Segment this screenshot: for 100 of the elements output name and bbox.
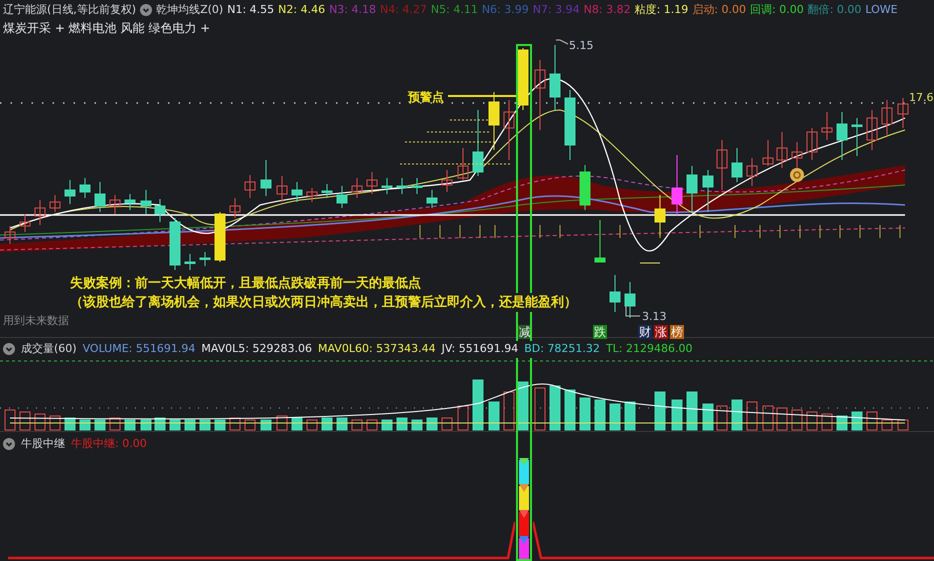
candlestick (426, 190, 438, 208)
candlestick (672, 154, 682, 216)
volume-bar (170, 419, 180, 430)
candlestick (322, 184, 332, 198)
volume-bar (140, 419, 152, 430)
volume-bar (4, 409, 16, 430)
volume-bar (412, 419, 422, 430)
candlestick (34, 200, 46, 226)
candlestick (550, 44, 560, 110)
indicator-value: N8: 3.82 (584, 2, 631, 18)
candlestick (442, 170, 452, 192)
candlestick (154, 198, 166, 222)
volume-bar (322, 417, 332, 430)
volume-bar (882, 419, 892, 430)
candlestick (732, 148, 742, 182)
candlestick (504, 100, 514, 160)
volume-bar (732, 399, 742, 430)
volume-bar (702, 403, 714, 430)
signal-marker: 榜 (670, 325, 684, 339)
volume-bar (534, 387, 546, 430)
candlestick (534, 60, 546, 130)
volume-bar (426, 417, 438, 430)
candlestick (594, 220, 606, 262)
volume-bar (564, 389, 576, 430)
volume-bar (396, 417, 408, 430)
volume-bar (244, 419, 256, 430)
candlestick (580, 164, 590, 210)
volume-bar (672, 399, 682, 430)
candlestick (776, 132, 788, 168)
volume-bar (34, 413, 46, 430)
volume-bar (110, 417, 120, 430)
signal-marker: 财 (638, 325, 652, 339)
volume-bar (124, 419, 136, 430)
candlestick (4, 226, 16, 244)
tick-mark (494, 224, 496, 238)
candlestick (200, 252, 210, 266)
signal-marker: 跌 (593, 325, 607, 339)
volume-bar (550, 385, 560, 430)
volume-bar (442, 417, 452, 430)
candlestick (686, 166, 698, 212)
volume-bar (352, 419, 362, 430)
volume-bar (518, 381, 528, 430)
candlestick (458, 148, 468, 180)
candlestick (80, 178, 90, 198)
volume-bar (806, 411, 818, 430)
candlestick (214, 212, 226, 262)
candlestick (124, 194, 136, 210)
volume-bar (594, 399, 606, 430)
candlestick (352, 178, 362, 198)
candlestick (866, 110, 878, 150)
candlestick (64, 180, 76, 204)
candlestick (822, 112, 832, 140)
indicator-value: N4: 4.27 (380, 2, 427, 18)
candlestick (292, 182, 302, 202)
candlestick (50, 194, 60, 212)
candlestick (898, 98, 908, 128)
candlestick (472, 110, 484, 176)
volume-bar (94, 419, 106, 430)
indicator-value: N6: 3.99 (482, 2, 529, 18)
sector-tags: 煤炭开采 + 燃料电池 风能 绿色电力 + (0, 18, 214, 36)
volume-bar (488, 401, 500, 430)
candlestick (654, 194, 666, 236)
volume-bar (898, 419, 908, 430)
indicator-value: N5: 4.11 (430, 2, 478, 18)
volume-bar (20, 411, 30, 430)
signal-marker: 涨 (654, 325, 668, 339)
candlestick (882, 100, 892, 136)
candlestick (716, 140, 728, 190)
candlestick (230, 198, 240, 218)
collapse-icon[interactable] (140, 4, 152, 16)
volume-value: JV: 551691.94 (442, 341, 518, 358)
volume-bar (214, 419, 226, 430)
candlestick (762, 140, 774, 166)
volume-bar (822, 413, 832, 430)
collapse-icon[interactable] (3, 438, 15, 450)
candlestick (702, 170, 714, 212)
volume-bar (366, 419, 378, 430)
candlestick (244, 174, 256, 198)
volume-bar (610, 403, 620, 430)
volume-bar (382, 419, 392, 430)
volume-bar (50, 415, 60, 430)
volume-bar (276, 415, 288, 430)
high-price-label: 5.15 (569, 38, 594, 54)
candlestick (184, 254, 196, 270)
candlestick (140, 190, 152, 214)
leader-line (640, 262, 660, 264)
low-price-label: 3.13 (642, 309, 666, 325)
volume-bar (504, 391, 514, 430)
volume-bar (472, 379, 484, 430)
volume-value: BD: 78251.32 (524, 341, 600, 358)
indicator-value: N3: 4.18 (329, 2, 376, 18)
candlestick (260, 160, 272, 196)
indicator-value: 粘度: 1.19 (634, 2, 688, 18)
volume-bar (746, 401, 758, 430)
collapse-icon[interactable] (3, 343, 15, 356)
volume-bar (230, 417, 240, 430)
volume-bar (260, 419, 272, 430)
leader-line (556, 40, 568, 44)
future-data-note: 用到未来数据 (3, 313, 69, 329)
volume-bar (336, 417, 348, 430)
